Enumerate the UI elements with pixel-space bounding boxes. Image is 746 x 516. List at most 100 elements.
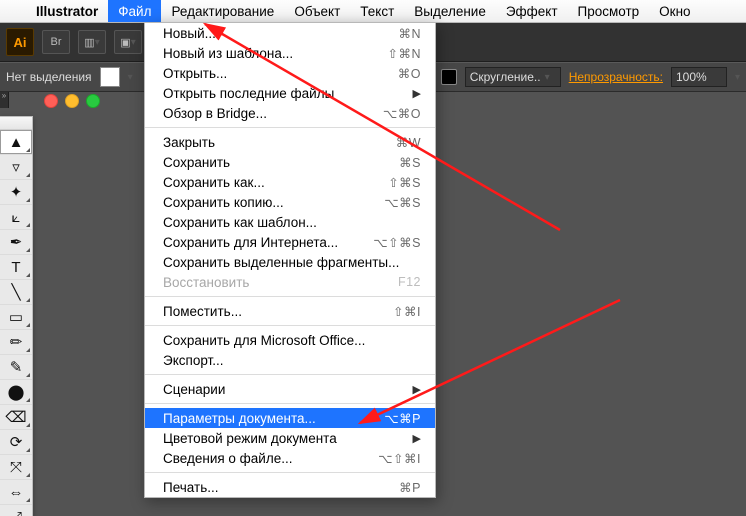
menu-item-label: Новый... xyxy=(163,26,398,41)
tool-flyout-indicator-icon xyxy=(26,373,30,377)
menu-просмотр[interactable]: Просмотр xyxy=(568,0,650,22)
menu-item[interactable]: Новый из шаблона...⇧⌘N xyxy=(145,43,435,63)
menu-item-shortcut: ⌥⇧⌘I xyxy=(378,451,421,466)
menu-item-label: Открыть последние файлы xyxy=(163,86,413,101)
menu-item-shortcut: ⇧⌘I xyxy=(393,304,421,319)
menu-item[interactable]: Сохранить выделенные фрагменты... xyxy=(145,252,435,272)
tool-flyout-indicator-icon xyxy=(26,173,30,177)
menu-item-label: Сохранить для Интернета... xyxy=(163,235,373,250)
tool-eraser[interactable]: ⌫ xyxy=(0,405,32,430)
submenu-arrow-icon: ▶ xyxy=(413,383,421,396)
menu-item[interactable]: Сохранить для Microsoft Office... xyxy=(145,330,435,350)
tool-pen[interactable]: ✒ xyxy=(0,230,32,255)
bridge-button[interactable]: Br xyxy=(42,30,70,54)
window-close-icon[interactable] xyxy=(44,94,58,108)
menu-item[interactable]: Сведения о файле...⌥⇧⌘I xyxy=(145,448,435,468)
tool-flyout-indicator-icon xyxy=(26,423,30,427)
tools-panel-grip[interactable] xyxy=(0,117,32,130)
menu-item[interactable]: Обзор в Bridge...⌥⌘O xyxy=(145,103,435,123)
menu-item-shortcut: ⌘W xyxy=(396,135,421,150)
menu-эффект[interactable]: Эффект xyxy=(496,0,568,22)
window-zoom-icon[interactable] xyxy=(86,94,100,108)
menu-item[interactable]: Открыть последние файлы▶ xyxy=(145,83,435,103)
menu-текст[interactable]: Текст xyxy=(350,0,404,22)
opacity-field[interactable]: 100% xyxy=(671,67,727,87)
menu-item[interactable]: Поместить...⇧⌘I xyxy=(145,301,435,321)
menu-item[interactable]: Новый...⌘N xyxy=(145,23,435,43)
menu-item[interactable]: Параметры документа...⌥⌘P xyxy=(145,408,435,428)
screen-mode-button[interactable]: ▣▾ xyxy=(114,30,142,54)
menu-item-label: Сохранить для Microsoft Office... xyxy=(163,333,421,348)
menu-item-shortcut: ⌘N xyxy=(398,26,421,41)
menu-item-label: Поместить... xyxy=(163,304,393,319)
tool-free-transform[interactable]: ⤢ xyxy=(0,505,32,516)
menu-item[interactable]: Открыть...⌘O xyxy=(145,63,435,83)
menu-item-label: Экспорт... xyxy=(163,353,421,368)
tool-type[interactable]: T xyxy=(0,255,32,280)
menu-item[interactable]: Сохранить как...⇧⌘S xyxy=(145,172,435,192)
tool-line[interactable]: ╲ xyxy=(0,280,32,305)
menu-item[interactable]: Печать...⌘P xyxy=(145,477,435,497)
panel-collapse-strip[interactable]: » xyxy=(0,92,9,108)
menu-окно[interactable]: Окно xyxy=(649,0,700,22)
file-menu-dropdown: Новый...⌘NНовый из шаблона...⇧⌘NОткрыть.… xyxy=(144,22,436,498)
menu-выделение[interactable]: Выделение xyxy=(404,0,496,22)
tool-rectangle[interactable]: ▭ xyxy=(0,305,32,330)
menu-item-label: Параметры документа... xyxy=(163,411,384,426)
menu-item-label: Цветовой режим документа xyxy=(163,431,413,446)
menu-item-shortcut: ⌥⌘P xyxy=(384,411,421,426)
window-minimize-icon[interactable] xyxy=(65,94,79,108)
opacity-link[interactable]: Непрозрачность: xyxy=(569,70,663,84)
menu-item[interactable]: Сохранить для Интернета...⌥⇧⌘S xyxy=(145,232,435,252)
app-name[interactable]: Illustrator xyxy=(26,4,108,19)
menu-item[interactable]: Сохранить копию...⌥⌘S xyxy=(145,192,435,212)
tool-paintbrush[interactable]: ✏ xyxy=(0,330,32,355)
tool-flyout-indicator-icon xyxy=(26,298,30,302)
menu-файл[interactable]: Файл xyxy=(108,0,161,22)
tool-direct-selection[interactable]: ▿ xyxy=(0,155,32,180)
menu-item[interactable]: Экспорт... xyxy=(145,350,435,370)
tool-magic-wand[interactable]: ✦ xyxy=(0,180,32,205)
menu-item-label: Сведения о файле... xyxy=(163,451,378,466)
tool-flyout-indicator-icon xyxy=(26,323,30,327)
menu-item[interactable]: Сохранить⌘S xyxy=(145,152,435,172)
tool-scale[interactable]: ⤧ xyxy=(0,455,32,480)
menu-item[interactable]: Сценарии▶ xyxy=(145,379,435,399)
tools-panel: ▲▿✦⟀✒T╲▭✏✎⬤⌫⟳⤧⇔⤢ xyxy=(0,116,33,516)
stroke-profile-swatch[interactable] xyxy=(441,69,457,85)
menu-item-shortcut: F12 xyxy=(398,275,421,289)
tool-rotate[interactable]: ⟳ xyxy=(0,430,32,455)
menu-item[interactable]: Закрыть⌘W xyxy=(145,132,435,152)
illustrator-logo-icon: Ai xyxy=(6,28,34,56)
submenu-arrow-icon: ▶ xyxy=(413,87,421,100)
menu-редактирование[interactable]: Редактирование xyxy=(161,0,284,22)
menu-item-label: Сохранить выделенные фрагменты... xyxy=(163,255,421,270)
document-window-controls xyxy=(44,94,100,108)
tool-flyout-indicator-icon xyxy=(26,248,30,252)
menu-item-label: Сценарии xyxy=(163,382,413,397)
menu-item-label: Сохранить копию... xyxy=(163,195,384,210)
tool-flyout-indicator-icon xyxy=(26,398,30,402)
tool-flyout-indicator-icon xyxy=(26,148,30,152)
tool-flyout-indicator-icon xyxy=(26,223,30,227)
menu-item-shortcut: ⌥⌘S xyxy=(384,195,421,210)
selection-status: Нет выделения xyxy=(6,70,92,84)
opacity-stepper-icon[interactable]: ▾ xyxy=(735,72,740,83)
menu-item[interactable]: Сохранить как шаблон... xyxy=(145,212,435,232)
tool-pencil[interactable]: ✎ xyxy=(0,355,32,380)
fill-swatch[interactable] xyxy=(100,67,120,87)
tool-lasso[interactable]: ⟀ xyxy=(0,205,32,230)
tool-selection[interactable]: ▲ xyxy=(0,130,32,155)
tool-width[interactable]: ⇔ xyxy=(0,480,32,505)
menu-объект[interactable]: Объект xyxy=(284,0,350,22)
menu-item[interactable]: Цветовой режим документа▶ xyxy=(145,428,435,448)
tool-flyout-indicator-icon xyxy=(26,198,30,202)
menu-item-shortcut: ⇧⌘S xyxy=(388,175,421,190)
menu-item-shortcut: ⌘O xyxy=(398,66,421,81)
tool-blob-brush[interactable]: ⬤ xyxy=(0,380,32,405)
fill-swatch-menu-icon[interactable]: ▾ xyxy=(128,72,133,83)
arrange-documents-button[interactable]: ▥▾ xyxy=(78,30,106,54)
menu-item-label: Обзор в Bridge... xyxy=(163,106,383,121)
corner-style-dropdown[interactable]: Скругление..▾ xyxy=(465,67,561,87)
tool-flyout-indicator-icon xyxy=(26,348,30,352)
